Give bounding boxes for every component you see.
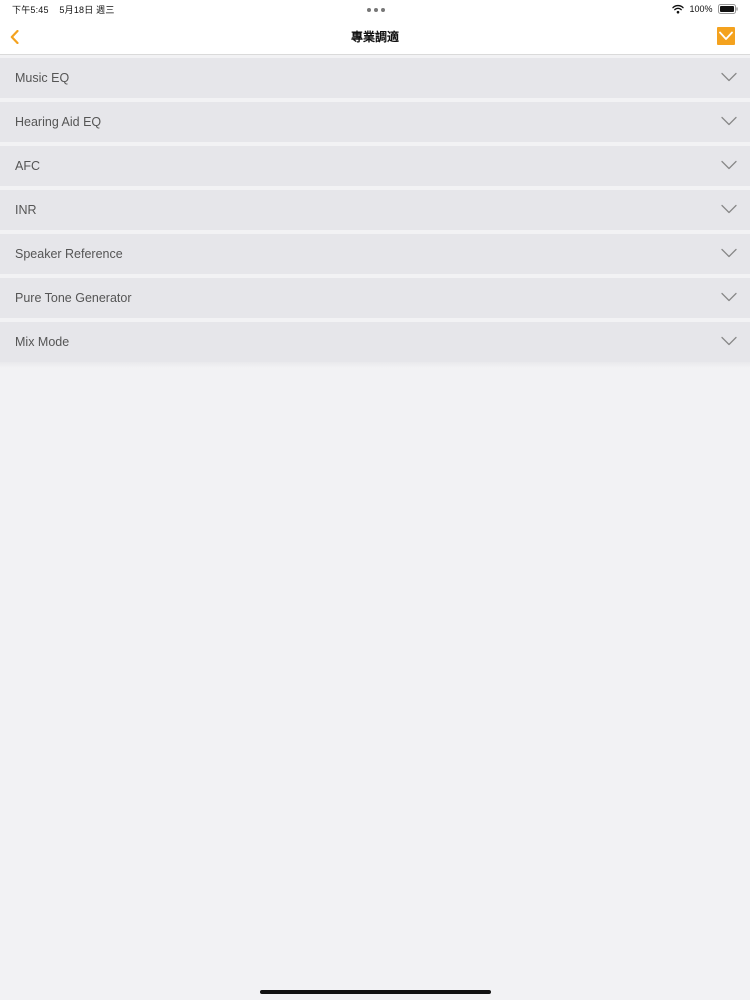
- section-pure-tone-generator[interactable]: Pure Tone Generator: [0, 278, 750, 318]
- battery-full-icon: [718, 3, 738, 14]
- section-afc[interactable]: AFC: [0, 146, 750, 186]
- multitasking-dots-icon[interactable]: [367, 8, 385, 12]
- section-label: Mix Mode: [15, 335, 70, 349]
- settings-section-list: Music EQ Hearing Aid EQ AFC INR Speaker …: [0, 58, 750, 362]
- status-indicators: 100%: [672, 3, 738, 15]
- section-label: Music EQ: [15, 71, 70, 85]
- section-music-eq[interactable]: Music EQ: [0, 58, 750, 98]
- battery-percent: 100%: [689, 3, 713, 14]
- page-title: 專業調適: [350, 30, 399, 44]
- list-end-divider: [0, 362, 750, 368]
- wifi-icon: [672, 4, 684, 14]
- chevron-down-icon[interactable]: [721, 72, 737, 82]
- section-label: Pure Tone Generator: [15, 291, 132, 305]
- section-label: Hearing Aid EQ: [15, 115, 102, 129]
- navigation-bar: 專業調適: [0, 18, 750, 55]
- chevron-down-icon[interactable]: [721, 204, 737, 214]
- home-indicator[interactable]: [260, 990, 491, 994]
- status-bar: 下午5:45 5月18日 週三 100%: [0, 0, 750, 18]
- section-hearing-aid-eq[interactable]: Hearing Aid EQ: [0, 102, 750, 142]
- confirm-button[interactable]: [717, 27, 735, 45]
- section-speaker-reference[interactable]: Speaker Reference: [0, 234, 750, 274]
- section-label: AFC: [15, 159, 40, 173]
- checkmark-icon: [719, 31, 733, 40]
- section-inr[interactable]: INR: [0, 190, 750, 230]
- section-label: INR: [15, 203, 37, 217]
- chevron-down-icon[interactable]: [721, 336, 737, 346]
- chevron-down-icon[interactable]: [721, 248, 737, 258]
- status-time: 下午5:45: [12, 5, 49, 15]
- section-mix-mode[interactable]: Mix Mode: [0, 322, 750, 362]
- chevron-down-icon[interactable]: [721, 292, 737, 302]
- chevron-down-icon[interactable]: [721, 160, 737, 170]
- chevron-down-icon[interactable]: [721, 116, 737, 126]
- status-date: 5月18日 週三: [59, 5, 115, 15]
- section-label: Speaker Reference: [15, 247, 123, 261]
- status-time-date: 下午5:45 5月18日 週三: [12, 3, 115, 16]
